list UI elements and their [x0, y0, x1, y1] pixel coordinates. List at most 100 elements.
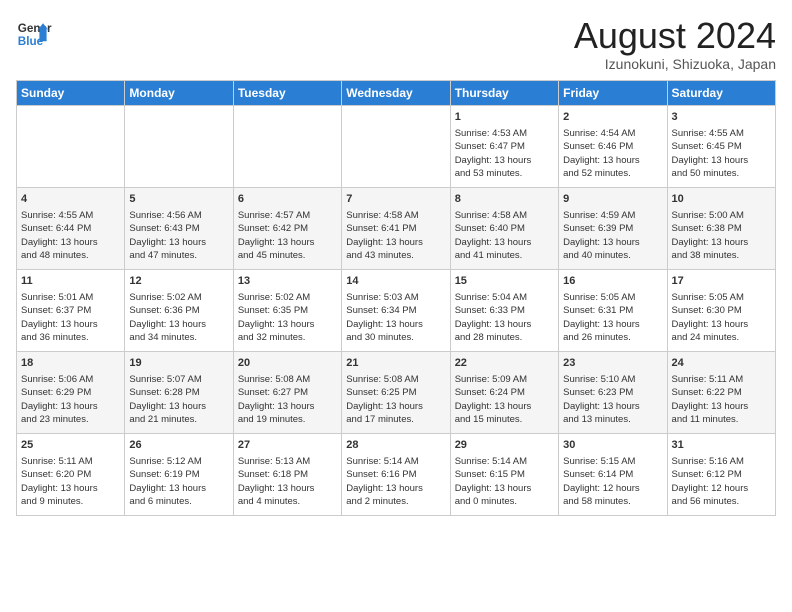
day-info: Sunrise: 4:59 AM Sunset: 6:39 PM Dayligh…	[563, 209, 662, 262]
calendar-week-1: 1 Sunrise: 4:53 AM Sunset: 6:47 PM Daylig…	[17, 105, 776, 187]
day-info: Sunrise: 4:58 AM Sunset: 6:40 PM Dayligh…	[455, 209, 554, 262]
day-info: Sunrise: 4:58 AM Sunset: 6:41 PM Dayligh…	[346, 209, 445, 262]
calendar-cell: 9 Sunrise: 4:59 AM Sunset: 6:39 PM Daylig…	[559, 187, 667, 269]
calendar-cell: 8 Sunrise: 4:58 AM Sunset: 6:40 PM Daylig…	[450, 187, 558, 269]
weekday-header-saturday: Saturday	[667, 80, 775, 105]
day-info: Sunrise: 5:14 AM Sunset: 6:15 PM Dayligh…	[455, 455, 554, 508]
weekday-header-sunday: Sunday	[17, 80, 125, 105]
calendar-cell: 19 Sunrise: 5:07 AM Sunset: 6:28 PM Dayli…	[125, 351, 233, 433]
calendar-cell: 23 Sunrise: 5:10 AM Sunset: 6:23 PM Dayli…	[559, 351, 667, 433]
day-number: 6	[238, 192, 337, 207]
day-info: Sunrise: 5:09 AM Sunset: 6:24 PM Dayligh…	[455, 373, 554, 426]
day-number: 19	[129, 356, 228, 371]
calendar-cell: 17Sunrise: 5:05 AM Sunset: 6:30 PM Dayli…	[667, 269, 775, 351]
day-number: 17	[672, 274, 771, 289]
day-number: 3	[672, 110, 771, 125]
location: Izunokuni, Shizuoka, Japan	[574, 56, 776, 72]
day-number: 30	[563, 438, 662, 453]
calendar-cell: 29 Sunrise: 5:14 AM Sunset: 6:15 PM Dayli…	[450, 433, 558, 515]
day-number: 14	[346, 274, 445, 289]
weekday-header-thursday: Thursday	[450, 80, 558, 105]
day-number: 10	[672, 192, 771, 207]
day-number: 22	[455, 356, 554, 371]
day-number: 4	[21, 192, 120, 207]
calendar-cell: 10 Sunrise: 5:00 AM Sunset: 6:38 PM Dayli…	[667, 187, 775, 269]
day-info: Sunrise: 4:56 AM Sunset: 6:43 PM Dayligh…	[129, 209, 228, 262]
day-number: 5	[129, 192, 228, 207]
day-number: 8	[455, 192, 554, 207]
calendar-cell: 16 Sunrise: 5:05 AM Sunset: 6:31 PM Dayli…	[559, 269, 667, 351]
day-number: 9	[563, 192, 662, 207]
calendar-week-2: 4 Sunrise: 4:55 AM Sunset: 6:44 PM Daylig…	[17, 187, 776, 269]
calendar-cell: 31 Sunrise: 5:16 AM Sunset: 6:12 PM Dayli…	[667, 433, 775, 515]
calendar-cell: 25Sunrise: 5:11 AM Sunset: 6:20 PM Dayli…	[17, 433, 125, 515]
day-info: Sunrise: 5:00 AM Sunset: 6:38 PM Dayligh…	[672, 209, 771, 262]
day-info: Sunrise: 5:01 AM Sunset: 6:37 PM Dayligh…	[21, 291, 120, 344]
day-info: Sunrise: 5:13 AM Sunset: 6:18 PM Dayligh…	[238, 455, 337, 508]
day-info: Sunrise: 5:10 AM Sunset: 6:23 PM Dayligh…	[563, 373, 662, 426]
logo-icon: General Blue	[16, 16, 52, 52]
day-number: 29	[455, 438, 554, 453]
calendar-cell: 7 Sunrise: 4:58 AM Sunset: 6:41 PM Daylig…	[342, 187, 450, 269]
day-info: Sunrise: 5:16 AM Sunset: 6:12 PM Dayligh…	[672, 455, 771, 508]
day-number: 26	[129, 438, 228, 453]
calendar-cell: 3 Sunrise: 4:55 AM Sunset: 6:45 PM Daylig…	[667, 105, 775, 187]
day-info: Sunrise: 5:11 AM Sunset: 6:22 PM Dayligh…	[672, 373, 771, 426]
weekday-header-monday: Monday	[125, 80, 233, 105]
day-number: 20	[238, 356, 337, 371]
day-info: Sunrise: 4:53 AM Sunset: 6:47 PM Dayligh…	[455, 127, 554, 180]
day-number: 21	[346, 356, 445, 371]
calendar-cell: 28Sunrise: 5:14 AM Sunset: 6:16 PM Dayli…	[342, 433, 450, 515]
day-number: 15	[455, 274, 554, 289]
weekday-header-tuesday: Tuesday	[233, 80, 341, 105]
calendar-cell	[125, 105, 233, 187]
day-info: Sunrise: 5:05 AM Sunset: 6:31 PM Dayligh…	[563, 291, 662, 344]
calendar-cell: 11Sunrise: 5:01 AM Sunset: 6:37 PM Dayli…	[17, 269, 125, 351]
day-number: 12	[129, 274, 228, 289]
day-info: Sunrise: 5:02 AM Sunset: 6:35 PM Dayligh…	[238, 291, 337, 344]
calendar-cell: 4 Sunrise: 4:55 AM Sunset: 6:44 PM Daylig…	[17, 187, 125, 269]
day-number: 28	[346, 438, 445, 453]
calendar-cell: 18 Sunrise: 5:06 AM Sunset: 6:29 PM Dayli…	[17, 351, 125, 433]
calendar-week-3: 11Sunrise: 5:01 AM Sunset: 6:37 PM Dayli…	[17, 269, 776, 351]
day-info: Sunrise: 4:57 AM Sunset: 6:42 PM Dayligh…	[238, 209, 337, 262]
day-info: Sunrise: 4:55 AM Sunset: 6:45 PM Dayligh…	[672, 127, 771, 180]
calendar-cell: 26Sunrise: 5:12 AM Sunset: 6:19 PM Dayli…	[125, 433, 233, 515]
day-info: Sunrise: 5:04 AM Sunset: 6:33 PM Dayligh…	[455, 291, 554, 344]
day-info: Sunrise: 5:03 AM Sunset: 6:34 PM Dayligh…	[346, 291, 445, 344]
month-year: August 2024	[574, 16, 776, 56]
weekday-header-wednesday: Wednesday	[342, 80, 450, 105]
calendar-cell	[342, 105, 450, 187]
day-number: 7	[346, 192, 445, 207]
calendar-cell: 27 Sunrise: 5:13 AM Sunset: 6:18 PM Dayli…	[233, 433, 341, 515]
calendar-cell: 21Sunrise: 5:08 AM Sunset: 6:25 PM Dayli…	[342, 351, 450, 433]
day-number: 31	[672, 438, 771, 453]
page-header: General Blue August 2024 Izunokuni, Shiz…	[16, 16, 776, 72]
calendar-cell: 13Sunrise: 5:02 AM Sunset: 6:35 PM Dayli…	[233, 269, 341, 351]
day-info: Sunrise: 5:15 AM Sunset: 6:14 PM Dayligh…	[563, 455, 662, 508]
calendar-cell: 5 Sunrise: 4:56 AM Sunset: 6:43 PM Daylig…	[125, 187, 233, 269]
calendar-cell: 12 Sunrise: 5:02 AM Sunset: 6:36 PM Dayli…	[125, 269, 233, 351]
title-block: August 2024 Izunokuni, Shizuoka, Japan	[574, 16, 776, 72]
day-number: 24	[672, 356, 771, 371]
calendar-week-5: 25Sunrise: 5:11 AM Sunset: 6:20 PM Dayli…	[17, 433, 776, 515]
day-info: Sunrise: 5:02 AM Sunset: 6:36 PM Dayligh…	[129, 291, 228, 344]
calendar-week-4: 18 Sunrise: 5:06 AM Sunset: 6:29 PM Dayli…	[17, 351, 776, 433]
day-info: Sunrise: 5:06 AM Sunset: 6:29 PM Dayligh…	[21, 373, 120, 426]
day-number: 18	[21, 356, 120, 371]
calendar-cell: 30 Sunrise: 5:15 AM Sunset: 6:14 PM Dayli…	[559, 433, 667, 515]
day-info: Sunrise: 4:55 AM Sunset: 6:44 PM Dayligh…	[21, 209, 120, 262]
weekday-header-row: SundayMondayTuesdayWednesdayThursdayFrid…	[17, 80, 776, 105]
calendar-cell: 2Sunrise: 4:54 AM Sunset: 6:46 PM Daylig…	[559, 105, 667, 187]
calendar-cell	[233, 105, 341, 187]
day-info: Sunrise: 5:07 AM Sunset: 6:28 PM Dayligh…	[129, 373, 228, 426]
day-number: 2	[563, 110, 662, 125]
day-info: Sunrise: 5:11 AM Sunset: 6:20 PM Dayligh…	[21, 455, 120, 508]
day-number: 27	[238, 438, 337, 453]
day-number: 23	[563, 356, 662, 371]
day-number: 1	[455, 110, 554, 125]
calendar-table: SundayMondayTuesdayWednesdayThursdayFrid…	[16, 80, 776, 516]
calendar-cell: 24 Sunrise: 5:11 AM Sunset: 6:22 PM Dayli…	[667, 351, 775, 433]
day-number: 16	[563, 274, 662, 289]
calendar-cell: 6 Sunrise: 4:57 AM Sunset: 6:42 PM Daylig…	[233, 187, 341, 269]
